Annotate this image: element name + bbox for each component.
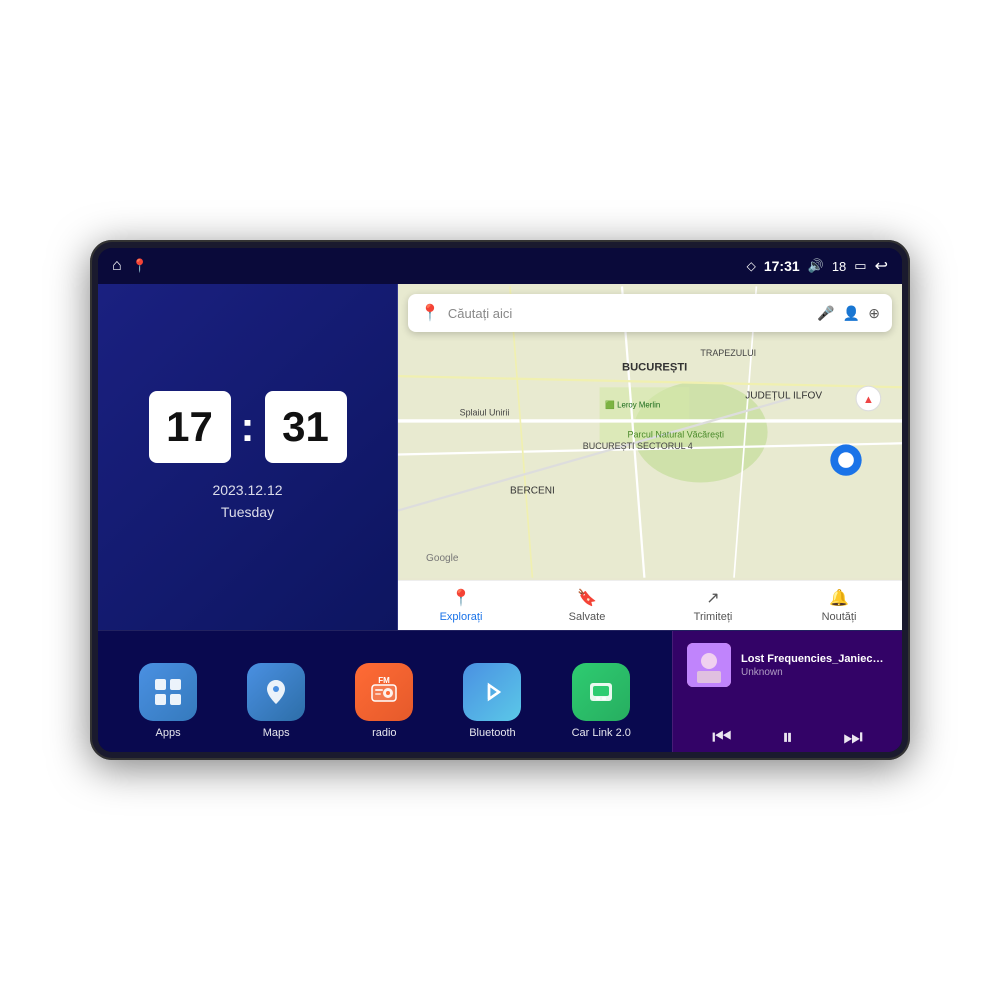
apps-label: Apps (156, 727, 181, 739)
status-time: 17:31 (764, 258, 800, 274)
svg-text:🟩 Leroy Merlin: 🟩 Leroy Merlin (605, 399, 660, 409)
signal-icon: ◇ (747, 259, 756, 273)
bottom-section: Apps Maps (98, 630, 902, 752)
play-pause-button[interactable]: ⏸ (772, 720, 803, 752)
map-pin-icon: 📍 (420, 303, 440, 323)
app-bluetooth[interactable]: Bluetooth (463, 663, 521, 739)
device: ⌂ 📍 ◇ 17:31 🔊 18 ▭ ↩ 17 : (90, 240, 910, 760)
maps-icon (247, 663, 305, 721)
map-nav-saved[interactable]: 🔖 Salvate (524, 581, 650, 630)
map-nav-saved-label: Salvate (569, 611, 606, 623)
clock-minute: 31 (265, 391, 347, 463)
screen: ⌂ 📍 ◇ 17:31 🔊 18 ▭ ↩ 17 : (98, 248, 902, 752)
app-carlink[interactable]: Car Link 2.0 (572, 663, 631, 739)
radio-label: radio (372, 727, 396, 739)
svg-text:TRAPEZULUI: TRAPEZULUI (700, 348, 756, 358)
map-search-placeholder[interactable]: Căutați aici (448, 306, 809, 321)
bluetooth-icon (463, 663, 521, 721)
music-controls: ⏮ ⏸ ⏭ (687, 716, 888, 752)
prev-button[interactable]: ⏮ (702, 720, 742, 752)
clock-display: 17 : 31 (149, 391, 347, 463)
radio-icon: FM (355, 663, 413, 721)
main-content: 17 : 31 2023.12.12 Tuesday 📍 Căutați aic… (98, 284, 902, 752)
volume-level: 18 (832, 259, 846, 274)
map-search-bar[interactable]: 📍 Căutați aici 🎤 👤 ⊕ (408, 294, 892, 332)
map-nav-send[interactable]: ↗ Trimiteți (650, 581, 776, 630)
send-icon: ↗ (706, 588, 719, 608)
news-icon: 🔔 (829, 588, 849, 608)
music-artist: Unknown (741, 667, 888, 678)
svg-text:Google: Google (426, 553, 459, 564)
music-info: Lost Frequencies_Janieck Devy-... Unknow… (687, 643, 888, 687)
saved-icon: 🔖 (577, 588, 597, 608)
map-search-actions: 🎤 👤 ⊕ (817, 305, 880, 322)
music-text: Lost Frequencies_Janieck Devy-... Unknow… (741, 653, 888, 678)
bluetooth-label: Bluetooth (469, 727, 515, 739)
svg-text:▲: ▲ (863, 394, 874, 406)
clock-separator: : (241, 403, 255, 451)
music-panel: Lost Frequencies_Janieck Devy-... Unknow… (672, 631, 902, 752)
apps-panel: Apps Maps (98, 631, 672, 752)
map-panel[interactable]: 📍 Căutați aici 🎤 👤 ⊕ (398, 284, 902, 630)
volume-icon: 🔊 (808, 258, 824, 274)
back-icon[interactable]: ↩ (875, 256, 888, 276)
map-nav-explore-label: Explorați (440, 611, 483, 623)
account-icon[interactable]: 👤 (843, 305, 860, 322)
status-right-icons: ◇ 17:31 🔊 18 ▭ ↩ (747, 256, 888, 276)
svg-text:Parcul Natural Văcărești: Parcul Natural Văcărești (627, 430, 724, 440)
svg-text:FM: FM (379, 677, 391, 685)
carlink-label: Car Link 2.0 (572, 727, 631, 739)
music-thumbnail (687, 643, 731, 687)
clock-hour: 17 (149, 391, 231, 463)
apps-icon (139, 663, 197, 721)
home-icon[interactable]: ⌂ (112, 257, 122, 275)
top-section: 17 : 31 2023.12.12 Tuesday 📍 Căutați aic… (98, 284, 902, 630)
mic-icon[interactable]: 🎤 (817, 305, 834, 322)
svg-text:JUDEȚUL ILFOV: JUDEȚUL ILFOV (745, 390, 822, 401)
carlink-icon (572, 663, 630, 721)
map-nav-send-label: Trimiteți (694, 611, 733, 623)
map-nav-bar: 📍 Explorați 🔖 Salvate ↗ Trimiteți 🔔 (398, 580, 902, 630)
battery-icon: ▭ (854, 258, 866, 274)
clock-panel: 17 : 31 2023.12.12 Tuesday (98, 284, 398, 630)
svg-text:BERCENI: BERCENI (510, 486, 555, 497)
explore-icon: 📍 (451, 588, 471, 608)
map-nav-news[interactable]: 🔔 Noutăți (776, 581, 902, 630)
app-radio[interactable]: FM radio (355, 663, 413, 739)
next-button[interactable]: ⏭ (833, 720, 873, 752)
layers-icon[interactable]: ⊕ (868, 305, 880, 322)
maps-label: Maps (263, 727, 290, 739)
map-nav-news-label: Noutăți (822, 611, 857, 623)
status-left-icons: ⌂ 📍 (112, 257, 148, 275)
status-bar: ⌂ 📍 ◇ 17:31 🔊 18 ▭ ↩ (98, 248, 902, 284)
music-title: Lost Frequencies_Janieck Devy-... (741, 653, 888, 665)
clock-date: 2023.12.12 Tuesday (212, 479, 282, 524)
app-apps[interactable]: Apps (139, 663, 197, 739)
svg-text:BUCUREȘTI SECTORUL 4: BUCUREȘTI SECTORUL 4 (583, 441, 693, 451)
svg-text:BUCUREȘTI: BUCUREȘTI (622, 361, 687, 373)
map-nav-explore[interactable]: 📍 Explorați (398, 581, 524, 630)
svg-text:Splaiul Unirii: Splaiul Unirii (460, 407, 510, 417)
app-maps[interactable]: Maps (247, 663, 305, 739)
maps-status-icon[interactable]: 📍 (132, 258, 148, 274)
